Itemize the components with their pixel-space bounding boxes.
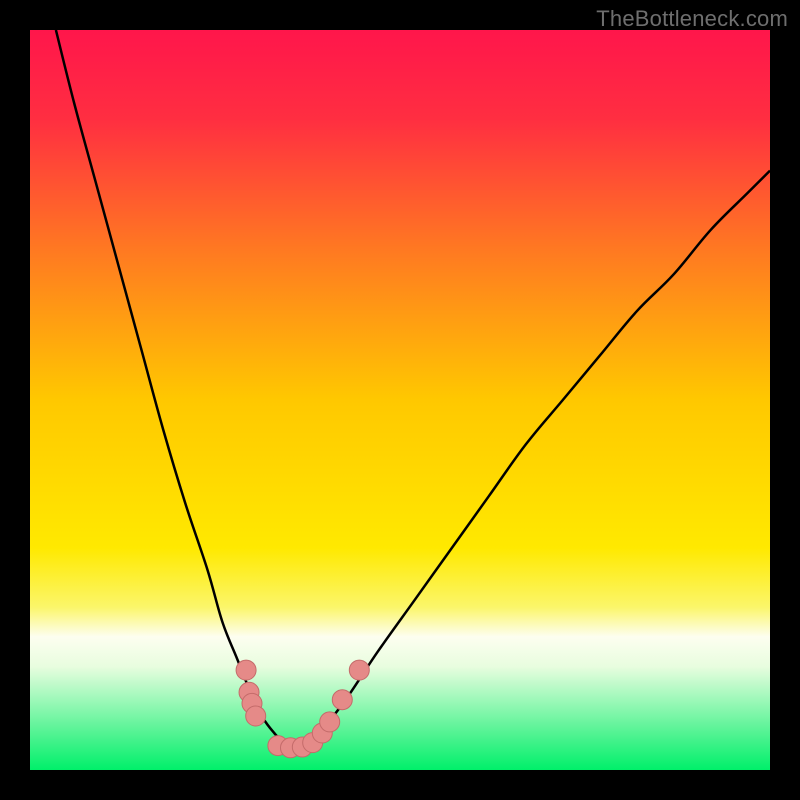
data-marker bbox=[332, 690, 352, 710]
data-marker bbox=[320, 712, 340, 732]
data-marker bbox=[246, 706, 266, 726]
frame: { "watermark": "TheBottleneck.com", "col… bbox=[0, 0, 800, 800]
gradient-background bbox=[30, 30, 770, 770]
data-marker bbox=[349, 660, 369, 680]
data-marker bbox=[236, 660, 256, 680]
watermark: TheBottleneck.com bbox=[596, 6, 788, 32]
plot-area bbox=[30, 30, 770, 770]
chart-svg bbox=[30, 30, 770, 770]
